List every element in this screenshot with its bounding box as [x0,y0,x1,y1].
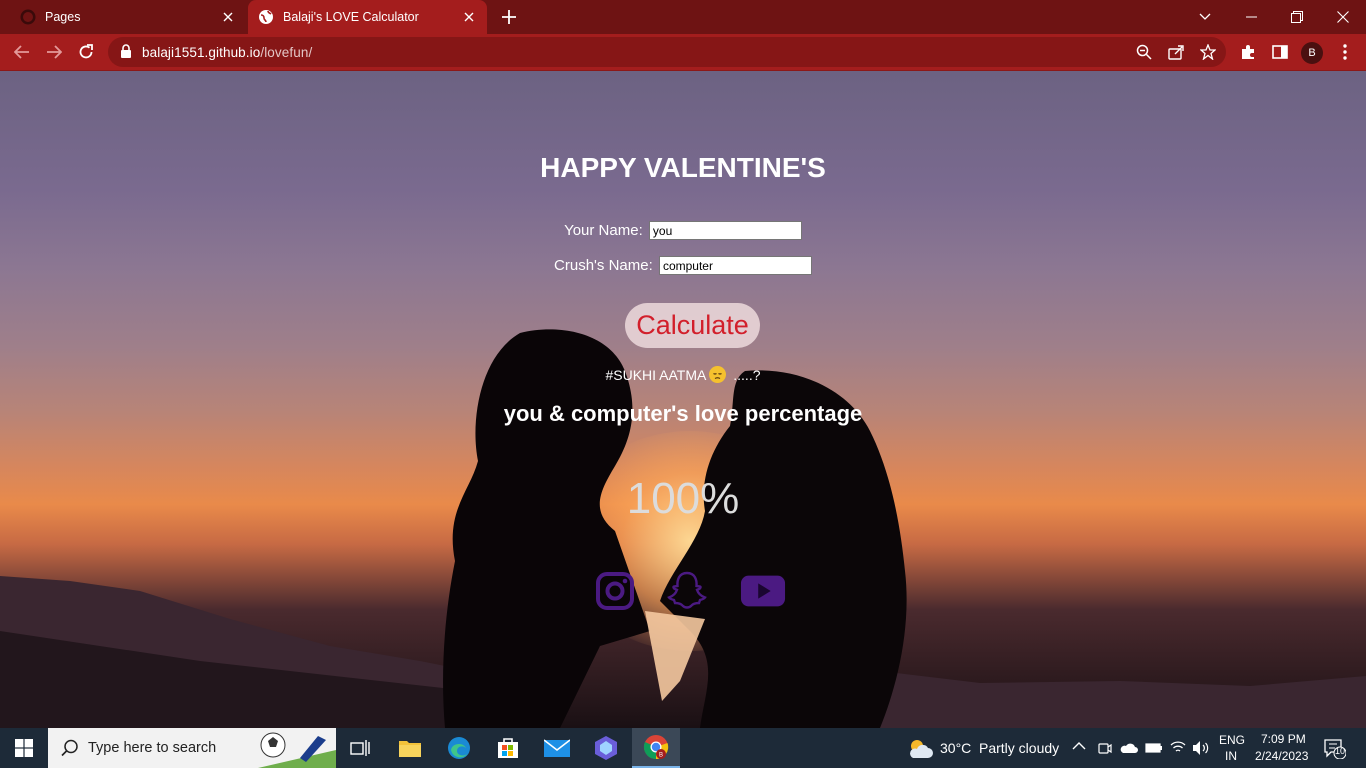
onedrive-icon[interactable] [1120,742,1138,757]
clock-time[interactable]: 7:09 PM [1261,732,1306,746]
snapchat-icon[interactable] [664,569,710,613]
extensions-icon[interactable] [1236,40,1260,64]
address-bar[interactable]: balaji1551.github.io/lovefun/ [108,37,1226,67]
globe-icon [258,9,274,25]
search-placeholder: Type here to search [88,740,217,756]
love-percentage: 100% [626,474,740,523]
crush-name-input[interactable] [658,256,812,275]
browser-toolbar: balaji1551.github.io/lovefun/ B [0,34,1366,71]
tab-love-calculator[interactable]: Balaji's LOVE Calculator [248,0,487,34]
calculate-button[interactable]: Calculate [625,303,760,348]
language-top[interactable]: ENG [1219,733,1245,747]
svg-text:B: B [659,753,663,759]
share-icon[interactable] [1164,40,1188,64]
battery-icon[interactable] [1145,742,1163,757]
new-tab-button[interactable] [498,6,520,28]
task-view-icon[interactable] [336,728,384,768]
side-panel-icon[interactable] [1268,40,1292,64]
tab-pages[interactable]: Pages [0,0,246,34]
chrome-taskbar-icon[interactable]: B [632,728,680,768]
profile-avatar[interactable]: B [1301,42,1323,64]
tab-search-icon[interactable] [1182,0,1228,34]
crush-name-row: Crush's Name: [0,256,1366,275]
tab-strip: Pages Balaji's LOVE Calculator [0,0,1366,34]
close-window-button[interactable] [1320,0,1366,34]
your-name-input[interactable] [648,221,802,240]
clock-date[interactable]: 2/24/2023 [1255,749,1308,763]
windows-start-icon[interactable] [0,728,48,768]
notification-count: 10 [1335,746,1346,756]
language-bottom[interactable]: IN [1225,749,1237,763]
wifi-icon[interactable] [1170,740,1186,757]
edge-browser-icon[interactable] [435,728,483,768]
url-text: balaji1551.github.io/lovefun/ [142,45,313,60]
pensive-face-icon [709,366,727,383]
github-icon [20,9,36,25]
back-arrow-icon[interactable] [10,40,34,64]
tab-title: Pages [45,10,81,24]
your-name-label: Your Name: [564,222,643,239]
bookmark-star-icon[interactable] [1196,40,1220,64]
microsoft-store-icon[interactable] [484,728,532,768]
reload-icon[interactable] [74,40,98,64]
page-viewport: HAPPY VALENTINE'S Your Name: Crush's Nam… [0,71,1366,728]
close-icon[interactable] [220,9,236,25]
zoom-icon[interactable] [1132,40,1156,64]
weather-desc[interactable]: Partly cloudy [979,740,1059,756]
crush-name-label: Crush's Name: [554,257,653,274]
your-name-row: Your Name: [0,221,1366,240]
tab-title: Balaji's LOVE Calculator [283,10,419,24]
close-icon[interactable] [461,9,477,25]
chevron-up-icon[interactable] [1072,740,1086,754]
menu-kebab-icon[interactable] [1333,40,1357,64]
weather-partly-cloudy-icon[interactable] [900,728,940,768]
file-explorer-icon[interactable] [386,728,434,768]
windows-taskbar: Type here to search B 30°C Partly cloudy [0,728,1366,768]
search-icon [61,739,79,762]
result-message: #SUKHI AATMA .....? [605,366,761,383]
minimize-button[interactable] [1228,0,1274,34]
mail-icon[interactable] [533,728,581,768]
percentage-heading: you & computer's love percentage [503,401,863,426]
page-title: HAPPY VALENTINE'S [540,152,826,183]
volume-icon[interactable] [1192,740,1210,759]
restore-button[interactable] [1274,0,1320,34]
youtube-icon[interactable] [740,569,786,613]
meet-now-icon[interactable] [1098,740,1112,759]
instagram-icon[interactable] [592,569,638,613]
power-automate-icon[interactable] [582,728,630,768]
weather-temp[interactable]: 30°C [940,740,971,756]
football-highlight-icon[interactable] [258,728,336,768]
lock-icon[interactable] [120,44,132,64]
taskbar-search-box[interactable]: Type here to search [48,728,336,768]
forward-arrow-icon[interactable] [42,40,66,64]
